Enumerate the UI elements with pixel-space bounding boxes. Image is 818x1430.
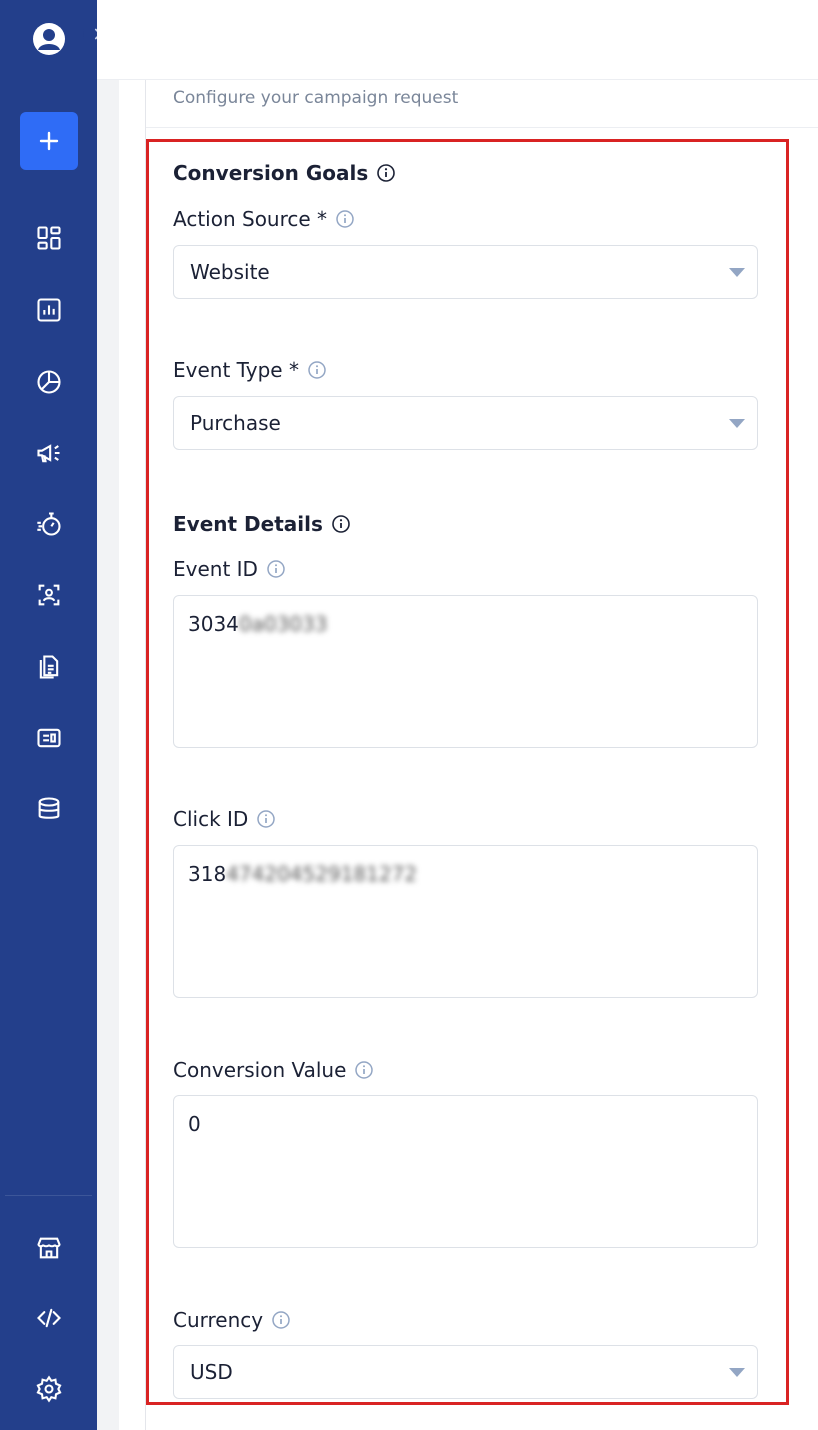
bar-chart-icon xyxy=(37,298,61,322)
chevron-down-icon xyxy=(729,1368,745,1377)
event-id-value: 3034 xyxy=(188,612,239,636)
nav-settings[interactable] xyxy=(30,1370,68,1408)
info-icon[interactable] xyxy=(256,809,276,829)
click-id-value: 318 xyxy=(188,862,227,886)
conversion-value-input[interactable]: 0 xyxy=(173,1095,758,1248)
currency-label-text: Currency xyxy=(173,1308,264,1332)
currency-select[interactable]: USD xyxy=(173,1345,758,1399)
nav-developer[interactable] xyxy=(30,1299,68,1337)
stopwatch-icon xyxy=(37,512,61,536)
conversion-goals-heading: Conversion Goals xyxy=(173,161,396,185)
page-gutter xyxy=(97,80,119,1430)
contact-card-icon xyxy=(38,584,60,606)
currency-value: USD xyxy=(190,1360,233,1384)
dashboard-icon xyxy=(37,226,61,250)
header-divider xyxy=(146,127,818,128)
create-new-button[interactable] xyxy=(20,112,78,170)
info-icon[interactable] xyxy=(271,1310,291,1330)
nav-analytics[interactable] xyxy=(30,363,68,401)
documents-icon xyxy=(39,655,59,679)
top-bar xyxy=(97,0,818,80)
action-source-label-text: Action Source * xyxy=(173,207,328,231)
nav-audiences[interactable] xyxy=(30,576,68,614)
chevron-down-icon xyxy=(729,268,745,277)
info-icon[interactable] xyxy=(331,514,351,534)
sidebar xyxy=(0,0,97,1430)
database-icon xyxy=(38,797,60,819)
nav-reports[interactable] xyxy=(30,291,68,329)
event-type-value: Purchase xyxy=(190,411,281,435)
store-icon xyxy=(37,1237,61,1259)
user-avatar-icon[interactable] xyxy=(30,20,68,58)
page-subtitle: Configure your campaign request xyxy=(173,88,459,108)
info-icon[interactable] xyxy=(376,163,396,183)
info-icon[interactable] xyxy=(354,1060,374,1080)
event-type-label: Event Type * xyxy=(173,358,327,382)
info-icon[interactable] xyxy=(266,559,286,579)
info-icon[interactable] xyxy=(335,209,355,229)
nav-content[interactable] xyxy=(30,719,68,757)
news-card-icon xyxy=(37,728,61,748)
click-id-label: Click ID xyxy=(173,807,276,831)
nav-timer[interactable] xyxy=(30,505,68,543)
megaphone-icon xyxy=(37,444,60,463)
code-icon xyxy=(37,1308,61,1328)
plus-icon xyxy=(39,131,59,151)
nav-data[interactable] xyxy=(30,790,68,828)
sidebar-divider xyxy=(5,1195,92,1196)
conversion-goals-title: Conversion Goals xyxy=(173,161,369,185)
conversion-value-label-text: Conversion Value xyxy=(173,1058,347,1082)
nav-store[interactable] xyxy=(30,1229,68,1267)
conversion-value-value: 0 xyxy=(188,1112,201,1136)
click-id-label-text: Click ID xyxy=(173,807,249,831)
nav-campaigns[interactable] xyxy=(30,434,68,472)
event-details-title: Event Details xyxy=(173,512,323,536)
info-icon[interactable] xyxy=(307,360,327,380)
action-source-select[interactable]: Website xyxy=(173,245,758,299)
pie-chart-icon xyxy=(37,370,61,394)
chevron-down-icon xyxy=(729,419,745,428)
action-source-label: Action Source * xyxy=(173,207,355,231)
currency-label: Currency xyxy=(173,1308,291,1332)
event-id-label-text: Event ID xyxy=(173,557,258,581)
click-id-input[interactable]: 318474204529181272 xyxy=(173,845,758,998)
event-id-label: Event ID xyxy=(173,557,286,581)
click-id-redacted: 474204529181272 xyxy=(226,862,418,886)
event-details-heading: Event Details xyxy=(173,512,351,536)
event-id-redacted: 0a03033 xyxy=(238,612,328,636)
event-type-label-text: Event Type * xyxy=(173,358,299,382)
nav-dashboard[interactable] xyxy=(30,219,68,257)
event-id-input[interactable]: 30340a03033 xyxy=(173,595,758,748)
gear-icon xyxy=(36,1375,62,1403)
event-type-select[interactable]: Purchase xyxy=(173,396,758,450)
action-source-value: Website xyxy=(190,260,270,284)
nav-documents[interactable] xyxy=(30,648,68,686)
conversion-value-label: Conversion Value xyxy=(173,1058,374,1082)
